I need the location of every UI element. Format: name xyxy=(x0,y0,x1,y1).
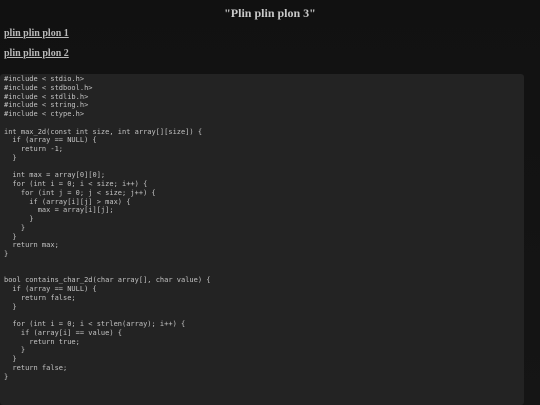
code-block: #include < stdio.h> #include < stdbool.h… xyxy=(4,75,211,381)
nav-link-plin-1[interactable]: plin plin plon 1 xyxy=(4,28,69,40)
page-title: "Plin plin plon 3" xyxy=(224,6,316,20)
code-panel[interactable]: #include < stdio.h> #include < stdbool.h… xyxy=(0,74,524,405)
nav-link-plin-2[interactable]: plin plin plon 2 xyxy=(4,48,69,60)
